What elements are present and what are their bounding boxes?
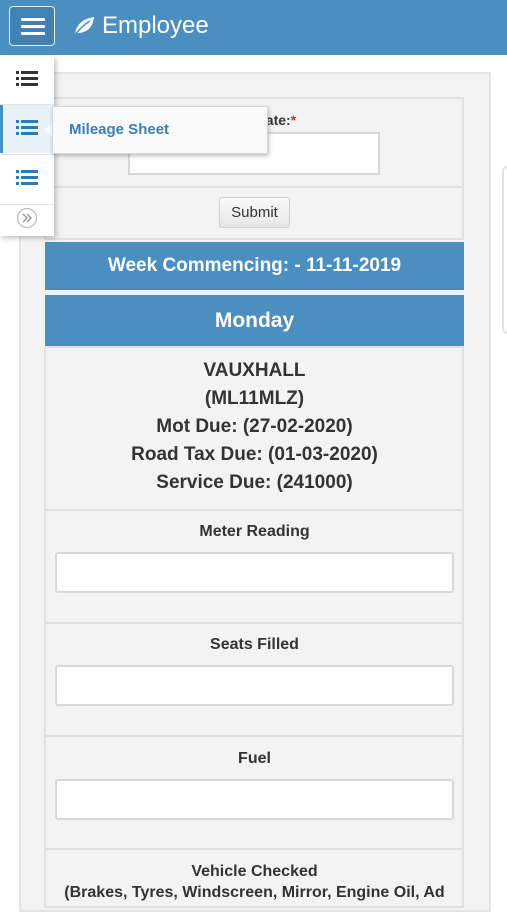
leaf-icon xyxy=(74,17,94,36)
double-chevron-right-icon[interactable] xyxy=(16,207,38,229)
fuel-input[interactable] xyxy=(55,779,454,820)
service-due: Service Due: (241000) xyxy=(156,472,353,493)
brand[interactable]: Employee xyxy=(72,10,209,42)
meter-reading-label: Meter Reading xyxy=(199,523,310,540)
vehicle-checked-details: (Brakes, Tyres, Windscreen, Mirror, Engi… xyxy=(64,884,445,901)
seats-filled-label: Seats Filled xyxy=(210,636,299,653)
divider xyxy=(0,204,54,205)
top-navbar: Employee xyxy=(0,0,507,55)
app-title: Employee xyxy=(102,12,209,39)
side-menu-item-3[interactable] xyxy=(0,155,54,203)
road-tax-due: Road Tax Due: (01-03-2020) xyxy=(131,444,378,465)
week-commencing-header: Week Commencing: - 11-11-2019 xyxy=(45,242,464,290)
list-icon xyxy=(16,71,38,86)
fuel-label: Fuel xyxy=(238,750,271,767)
seats-filled-input[interactable] xyxy=(55,665,454,706)
scroll-handle[interactable] xyxy=(502,166,507,334)
side-menu-item-1[interactable] xyxy=(0,56,54,104)
day-header: Monday xyxy=(45,295,464,346)
list-icon xyxy=(16,170,38,185)
vehicle-make: VAUXHALL xyxy=(203,360,306,381)
vehicle-registration: (ML11MLZ) xyxy=(204,388,305,409)
hamburger-menu-button[interactable] xyxy=(9,6,55,46)
submit-button[interactable]: Submit xyxy=(219,197,290,228)
meter-reading-input[interactable] xyxy=(55,552,454,593)
mot-due: Mot Due: (27-02-2020) xyxy=(156,416,353,437)
vehicle-checked-label: Vehicle Checked xyxy=(191,863,318,880)
vehicle-info: VAUXHALL (ML11MLZ) Mot Due: (27-02-2020)… xyxy=(45,357,464,497)
list-icon xyxy=(16,120,38,135)
mileage-sheet-tooltip[interactable]: Mileage Sheet xyxy=(52,106,268,154)
